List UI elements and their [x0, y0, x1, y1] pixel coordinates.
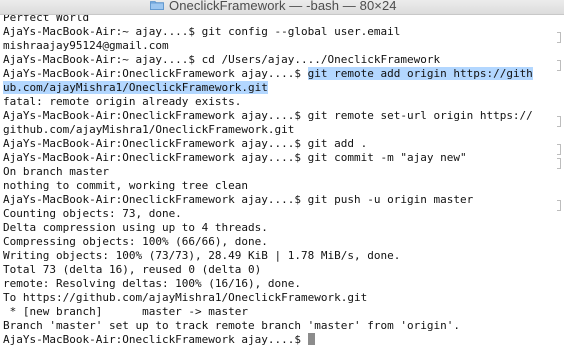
terminal-line: Compressing objects: 100% (66/66), done. [3, 235, 268, 248]
terminal-line: Perfect World [3, 15, 90, 24]
terminal-line: AjaYs-MacBook-Air:~ ajay....$ cd /Users/… [3, 53, 441, 66]
terminal-line: fatal: remote origin already exists. [3, 95, 242, 108]
selected-text[interactable]: git remote add origin https://gith [307, 67, 533, 80]
terminal-line-selected-continuation: ub.com/ajayMishra1/OneclickFramework.git [3, 81, 268, 95]
line-wrap-marker [557, 158, 561, 169]
selected-text[interactable]: ub.com/ajayMishra1/OneclickFramework.git [3, 81, 268, 94]
folder-icon [150, 0, 164, 10]
line-wrap-marker [557, 32, 561, 43]
terminal-line: Writing objects: 100% (73/73), 28.49 KiB… [3, 249, 401, 262]
terminal-line: AjaYs-MacBook-Air:OneclickFramework ajay… [3, 193, 474, 206]
line-wrap-marker [557, 144, 561, 155]
terminal-line: To https://github.com/ajayMishra1/Onecli… [3, 291, 368, 304]
terminal-line: remote: Resolving deltas: 100% (16/16), … [3, 277, 302, 290]
terminal-line: nothing to commit, working tree clean [3, 179, 249, 192]
terminal-line: github.com/ajayMishra1/OneclickFramework… [3, 123, 295, 136]
window-title: OneclickFramework — -bash — 80×24 [169, 0, 397, 13]
text-cursor [307, 333, 315, 345]
terminal-line: Total 73 (delta 16), reused 0 (delta 0) [3, 263, 262, 276]
terminal-line: Delta compression using up to 4 threads. [3, 221, 268, 234]
terminal-line: mishraajay95124@gmail.com [3, 39, 169, 52]
terminal-line: AjaYs-MacBook-Air:OneclickFramework ajay… [3, 109, 533, 122]
prompt: AjaYs-MacBook-Air:OneclickFramework ajay… [3, 67, 308, 80]
line-wrap-marker [557, 200, 561, 211]
terminal-line: On branch master [3, 165, 109, 178]
terminal-line: AjaYs-MacBook-Air:~ ajay....$ git config… [3, 25, 401, 38]
terminal-line-selected-command: AjaYs-MacBook-Air:OneclickFramework ajay… [3, 67, 533, 81]
line-wrap-marker [557, 60, 561, 71]
terminal-line: * [new branch] master -> master [3, 305, 249, 318]
terminal-output[interactable]: Perfect World AjaYs-MacBook-Air:~ ajay..… [0, 15, 564, 355]
terminal-line: AjaYs-MacBook-Air:OneclickFramework ajay… [3, 137, 368, 150]
title-bar[interactable]: OneclickFramework — -bash — 80×24 [0, 0, 564, 15]
terminal-line-current-prompt: AjaYs-MacBook-Air:OneclickFramework ajay… [3, 333, 315, 347]
title-group: OneclickFramework — -bash — 80×24 [150, 0, 397, 13]
terminal-line: Branch 'master' set up to track remote b… [3, 319, 460, 332]
terminal-line: AjaYs-MacBook-Air:OneclickFramework ajay… [3, 151, 467, 164]
terminal-window: OneclickFramework — -bash — 80×24 Perfec… [0, 0, 564, 355]
line-wrap-marker [557, 116, 561, 127]
terminal-line: Counting objects: 73, done. [3, 207, 182, 220]
prompt: AjaYs-MacBook-Air:OneclickFramework ajay… [3, 333, 308, 346]
